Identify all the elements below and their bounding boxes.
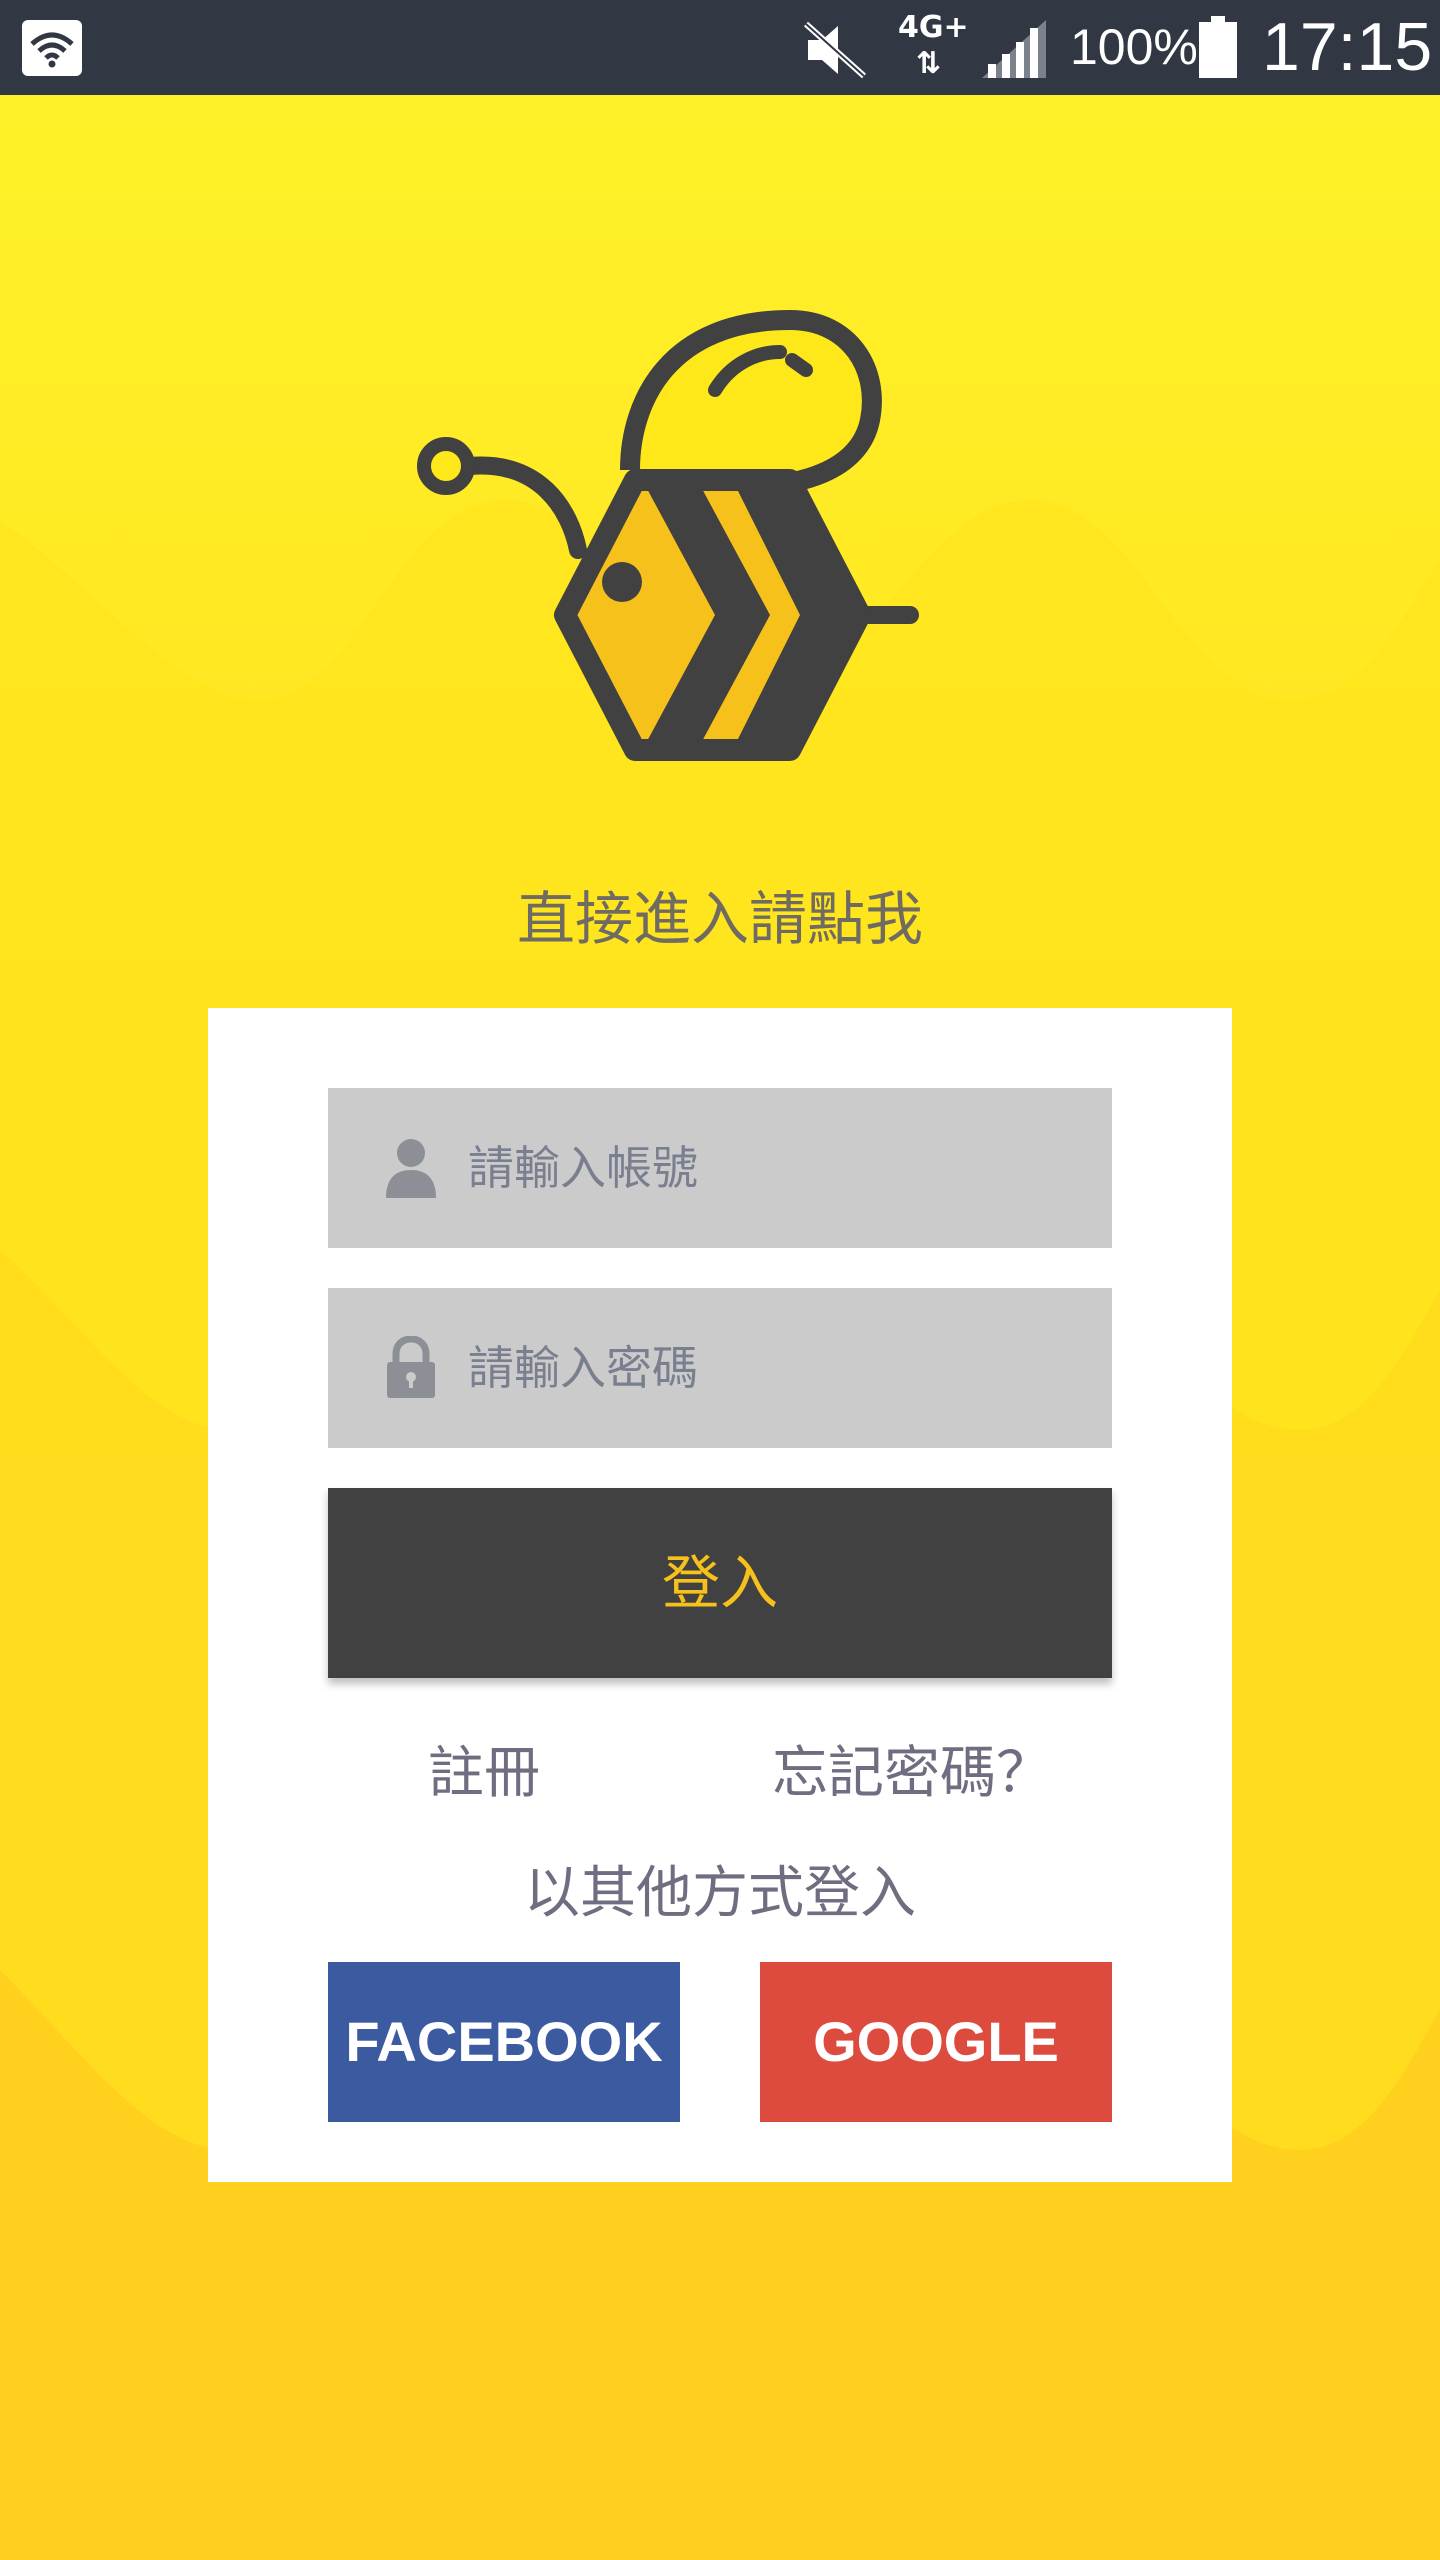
login-card: 登入 註冊 忘記密碼？ 以其他方式登入 FACEBOOK GOOGLE (208, 1008, 1232, 2182)
battery-percent: 100% (1070, 19, 1198, 75)
other-login-methods-label: 以其他方式登入 (524, 1861, 916, 1926)
username-input[interactable] (468, 1088, 1068, 1248)
username-field[interactable] (328, 1088, 1112, 1248)
network-arrows: ⇅ (916, 46, 942, 81)
bee-logo (417, 310, 919, 761)
password-input[interactable] (468, 1288, 1068, 1448)
guest-entry-link[interactable]: 直接進入請點我 (0, 872, 1440, 956)
mute-icon (800, 18, 870, 82)
clock: 17:15 (1262, 9, 1433, 85)
signal-icon (980, 18, 1050, 80)
lock-icon (384, 1335, 438, 1400)
network-type: 4G+ (898, 10, 969, 45)
battery-icon (1197, 16, 1239, 80)
status-bar: 4G+ ⇅ 100% 17:15 (0, 0, 1440, 95)
forgot-password-link[interactable]: 忘記密碼？ (772, 1728, 1052, 1809)
user-icon (384, 1136, 438, 1200)
login-button[interactable]: 登入 (328, 1488, 1112, 1678)
facebook-login-button[interactable]: FACEBOOK (328, 1962, 680, 2122)
register-link[interactable]: 註冊 (428, 1728, 540, 1809)
google-login-button[interactable]: GOOGLE (760, 1962, 1112, 2122)
password-field[interactable] (328, 1288, 1112, 1448)
wifi-icon (22, 20, 82, 76)
